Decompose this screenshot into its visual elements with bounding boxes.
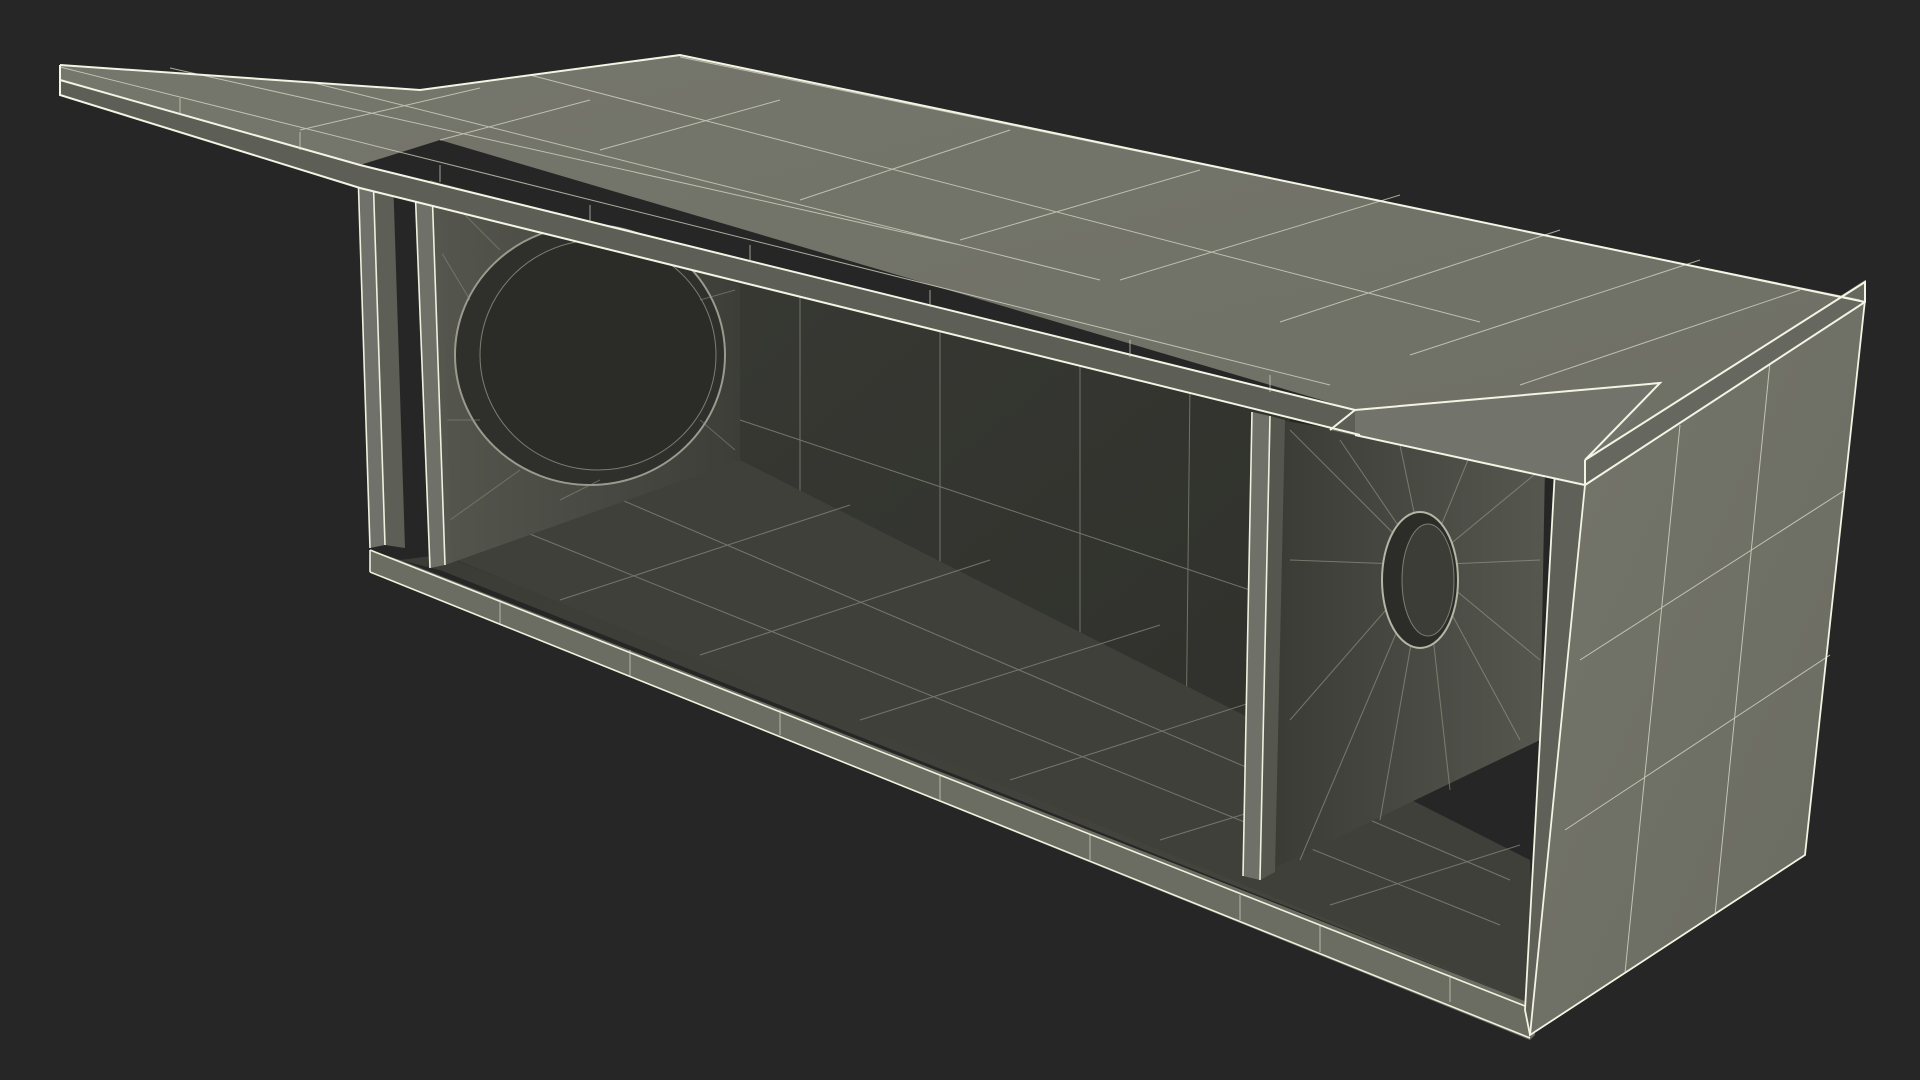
wireframe-model <box>59 53 1867 1040</box>
render-viewport <box>0 0 1920 1080</box>
